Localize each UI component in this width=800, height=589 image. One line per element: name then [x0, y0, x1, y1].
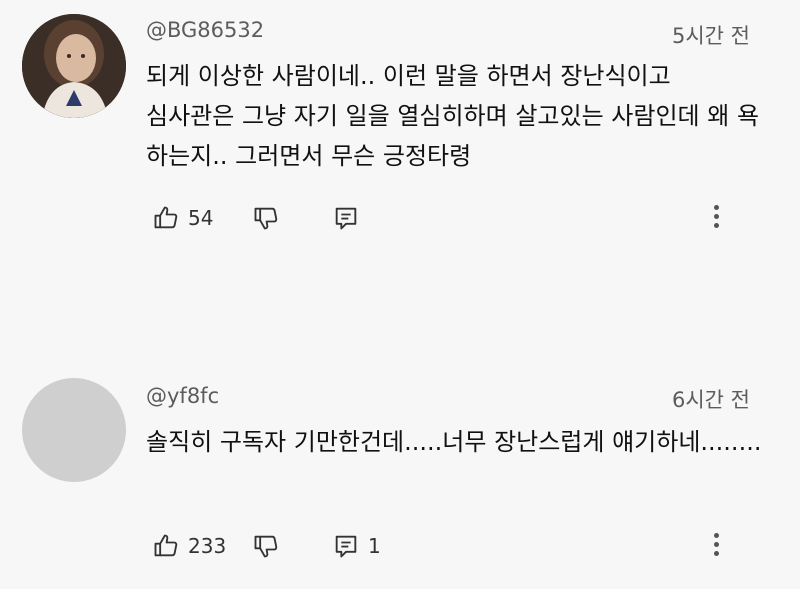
- comment-actions: 54: [146, 200, 766, 236]
- reply-button[interactable]: [332, 200, 368, 236]
- more-options-icon[interactable]: [706, 202, 726, 236]
- like-count: 54: [188, 206, 214, 230]
- avatar[interactable]: [22, 378, 126, 482]
- dislike-button[interactable]: [252, 528, 280, 564]
- comment-item: @BG86532 5시간 전 되게 이상한 사람이네.. 이런 말을 하면서 장…: [0, 0, 800, 300]
- comment-author[interactable]: @yf8fc: [146, 384, 219, 408]
- reply-button[interactable]: 1: [332, 528, 381, 564]
- thumbs-down-icon: [252, 204, 280, 232]
- like-count: 233: [188, 534, 227, 558]
- comment-timestamp: 6시간 전: [672, 388, 750, 412]
- like-button[interactable]: 233: [152, 528, 226, 564]
- dislike-button[interactable]: [252, 200, 280, 236]
- thumbs-up-icon: [152, 204, 180, 232]
- comment-timestamp: 5시간 전: [672, 24, 750, 48]
- more-options-icon[interactable]: [706, 530, 726, 564]
- comment-author[interactable]: @BG86532: [146, 18, 264, 42]
- reply-count: 1: [368, 534, 381, 558]
- comment-item: @yf8fc 6시간 전 솔직히 구독자 기만한건데.....너무 장난스럽게 …: [0, 360, 800, 589]
- comment-text: 솔직히 구독자 기만한건데.....너무 장난스럽게 얘기하네........: [146, 428, 762, 456]
- thumbs-up-icon: [152, 532, 180, 560]
- like-button[interactable]: 54: [152, 200, 213, 236]
- avatar[interactable]: [22, 14, 126, 118]
- comment-actions: 233 1: [146, 528, 766, 564]
- reply-icon: [332, 532, 360, 560]
- comment-text: 되게 이상한 사람이네.. 이런 말을 하면서 장난식이고 심사관은 그냥 자기…: [146, 62, 767, 170]
- reply-icon: [332, 204, 360, 232]
- thumbs-down-icon: [252, 532, 280, 560]
